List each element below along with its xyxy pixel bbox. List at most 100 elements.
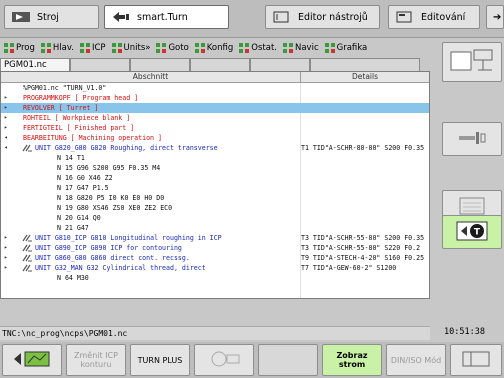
table-row[interactable]: %PGM01.nc "TURN_V1.0" (1, 83, 429, 93)
column-header-section[interactable]: Abschnitt (1, 72, 301, 82)
menu-grid-icon (79, 43, 90, 53)
row-details-text: T9 TID"A-STECH-4-20" S160 F0.25 (301, 254, 425, 262)
row-expander[interactable]: ▸ (4, 113, 8, 123)
row-expander[interactable]: ◂ (4, 133, 8, 143)
row-section-text: UNIT G820_G80 G820 Roughing, direct tran… (35, 144, 218, 152)
mode-tab-label: Editování (421, 11, 466, 23)
table-row[interactable]: N 20 G14 Q0 (1, 213, 429, 223)
softkey-simulation[interactable] (194, 344, 254, 376)
softkey-din-iso-mode[interactable]: DIN/ISO Mód (386, 344, 446, 376)
table-row[interactable]: ◂ BEARBEITUNG [ Machining operation ] (1, 133, 429, 143)
softkey-label: Změnit ICP konturu (74, 351, 118, 369)
softkey-change-icp-contour[interactable]: Změnit ICP konturu (66, 344, 126, 376)
programming-mode-icon (111, 11, 131, 23)
unit-icon (21, 234, 33, 242)
menu-grid-icon (156, 43, 167, 53)
row-section-text: UNIT G32_MAN G32 Cylindrical thread, dir… (35, 264, 206, 272)
row-expander[interactable]: ▸ (4, 233, 8, 243)
row-section-text: UNIT G890_ICP G890 ICP for contouring (35, 244, 182, 252)
menu-goto[interactable]: Goto (154, 41, 190, 55)
menu-navic[interactable]: Navic (281, 41, 321, 55)
table-row[interactable]: N 21 G47 (1, 223, 429, 233)
table-row[interactable]: N 64 M30 (1, 273, 429, 283)
menu-grid-icon (40, 43, 51, 53)
row-expander[interactable]: ▸ (4, 123, 8, 133)
machine-mode-icon (11, 11, 31, 23)
table-row[interactable]: N 14 T1 (1, 153, 429, 163)
menu-grafika[interactable]: Grafika (323, 41, 370, 55)
start-contour-icon (10, 348, 54, 372)
menu-hlav[interactable]: Hlav. (39, 41, 76, 55)
table-body: %PGM01.nc "TURN_V1.0" ▸ PROGRAMMKOPF [ Pro… (1, 83, 429, 283)
table-row[interactable]: N 15 G96 S200 G95 F0.35 M4 (1, 163, 429, 173)
row-section-text: N 17 G47 P1.5 (57, 184, 109, 192)
table-row-selected[interactable]: ▸ REVOLVER [ Turret ] (1, 103, 429, 113)
row-details-text: T3 TID"A-SCHR-55-80" S200 F0.35 (301, 234, 425, 242)
row-expander[interactable]: ▸ (4, 253, 8, 263)
softkey-window-layout[interactable] (450, 344, 502, 376)
mode-tab-more[interactable]: ➔ (486, 5, 504, 29)
table-row[interactable]: ▸ ROHTEIL [ Workpiece blank ] (1, 113, 429, 123)
mode-bar: Stroj smart.Turn Editor nástrojů Editová… (0, 0, 504, 38)
row-section-text: %PGM01.nc "TURN_V1.0" (23, 84, 107, 92)
table-row[interactable]: ▸ FERTIGTEIL [ Finished part ] (1, 123, 429, 133)
menu-grid-icon (324, 43, 335, 53)
menu-label: ICP (91, 43, 106, 53)
menu-grid-icon (111, 43, 122, 53)
table-row[interactable]: ▸ UNIT G860_G80 G860 direct cont. recssg.… (1, 253, 429, 263)
doc-tab-empty[interactable] (70, 58, 130, 71)
unit-icon (21, 244, 33, 252)
row-section-text: UNIT G810_ICP G810 Longitudinal roughing… (35, 234, 222, 242)
doc-tab-empty[interactable] (130, 58, 190, 71)
softkey-label: Zobraz strom (336, 351, 368, 369)
table-header: Abschnitt Details (1, 72, 429, 83)
softkey-turn-plus[interactable]: TURN PLUS (130, 344, 190, 376)
tool-insert-icon (457, 130, 487, 149)
table-row[interactable]: ▸ UNIT G810_ICP G810 Longitudinal roughin… (1, 233, 429, 243)
table-row[interactable]: N 18 G820 P5 I0 K0 E0 H0 D0 (1, 193, 429, 203)
row-section-text: N 19 G80 XS46 ZS0 XE0 ZE2 EC0 (57, 204, 173, 212)
mode-tab-editing[interactable]: Editování (388, 5, 480, 29)
table-row[interactable]: ◂ UNIT G820_G80 G820 Roughing, direct tra… (1, 143, 429, 153)
table-row[interactable]: ▸ UNIT G890_ICP G890 ICP for contouring T3… (1, 243, 429, 253)
row-expander[interactable]: ◂ (4, 143, 8, 153)
mode-tab-label: Editor nástrojů (298, 11, 368, 23)
doc-tab-pgm01[interactable]: PGM01.nc (0, 58, 70, 71)
mode-tab-tool-editor[interactable]: Editor nástrojů (265, 5, 380, 29)
softkey-empty[interactable] (258, 344, 318, 376)
menu-ostat[interactable]: Ostat. (237, 41, 279, 55)
softkey-show-tree[interactable]: Zobraz strom (322, 344, 382, 376)
softkey-tool-insert[interactable] (442, 122, 502, 156)
table-row[interactable]: N 19 G80 XS46 ZS0 XE0 ZE2 EC0 (1, 203, 429, 213)
doc-tab-empty[interactable] (250, 58, 310, 71)
mode-tab-machine[interactable]: Stroj (4, 5, 99, 29)
row-expander[interactable]: ▸ (4, 103, 8, 113)
horizontal-softkeys: Změnit ICP konturu TURN PLUS Zobraz stro… (0, 342, 504, 378)
row-section-text: N 20 G14 Q0 (57, 214, 101, 222)
tool-turret-icon: T (455, 220, 489, 245)
mode-tab-smart-turn[interactable]: smart.Turn (104, 5, 229, 29)
softkey-tool-turret[interactable]: T (442, 215, 502, 249)
row-expander[interactable]: ▸ (4, 243, 8, 253)
menu-units[interactable]: Units» (110, 41, 153, 55)
softkey-label: DIN/ISO Mód (390, 355, 442, 365)
table-row[interactable]: ▸ PROGRAMMKOPF [ Program head ] (1, 93, 429, 103)
softkey-start-contour[interactable] (2, 344, 62, 376)
doc-tab-empty[interactable] (310, 58, 420, 71)
menu-icp[interactable]: ICP (78, 41, 108, 55)
row-section-text: N 21 G47 (57, 224, 89, 232)
menu-prog[interactable]: Prog (2, 41, 37, 55)
row-section-text: PROGRAMMKOPF [ Program head ] (23, 94, 139, 102)
table-row[interactable]: ▸ UNIT G32_MAN G32 Cylindrical thread, di… (1, 263, 429, 273)
table-row[interactable]: N 17 G47 P1.5 (1, 183, 429, 193)
softkey-machine-axes[interactable] (442, 42, 502, 82)
column-header-details[interactable]: Details (301, 72, 429, 82)
doc-tab-empty[interactable] (190, 58, 250, 71)
menu-label: Konfig (206, 43, 234, 53)
table-row[interactable]: N 16 G0 X46 Z2 (1, 173, 429, 183)
row-expander[interactable]: ▸ (4, 93, 8, 103)
menu-konfig[interactable]: Konfig (193, 41, 236, 55)
menu-grid-icon (282, 43, 293, 53)
row-expander[interactable]: ▸ (4, 263, 8, 273)
unit-icon (21, 264, 33, 272)
